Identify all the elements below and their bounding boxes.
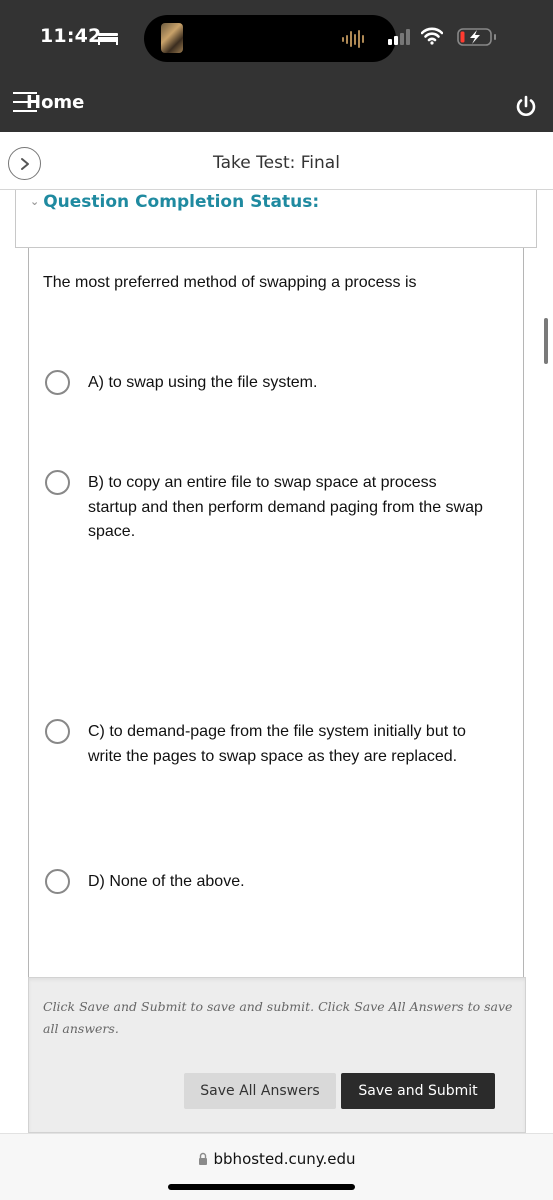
- completion-status-title: Question Completion Status:: [43, 192, 320, 212]
- audio-waveform-icon: [342, 30, 364, 48]
- answer-option-b[interactable]: B) to copy an entire file to swap space …: [45, 470, 483, 545]
- double-chevron-down-icon: ⌄: [30, 195, 40, 208]
- cellular-signal-icon: [388, 29, 410, 45]
- answer-option-label[interactable]: D) None of the above.: [88, 870, 483, 895]
- url-text: bbhosted.cuny.edu: [213, 1150, 356, 1168]
- power-icon[interactable]: [514, 94, 538, 118]
- home-label[interactable]: Home: [12, 92, 84, 113]
- radio-button-c[interactable]: [45, 719, 70, 744]
- answer-option-c[interactable]: C) to demand-page from the file system i…: [45, 719, 483, 769]
- wifi-icon: [421, 27, 443, 45]
- submit-instructions: Click Save and Submit to save and submit…: [43, 999, 513, 1036]
- app-header: 11:42 Home: [0, 0, 553, 132]
- save-all-answers-button[interactable]: Save All Answers: [184, 1073, 336, 1109]
- battery-charging-icon: [457, 28, 496, 46]
- answer-option-d[interactable]: D) None of the above.: [45, 869, 483, 895]
- browser-address-bar[interactable]: bbhosted.cuny.edu: [0, 1133, 553, 1200]
- now-playing-artwork: [161, 23, 183, 53]
- lock-icon: [198, 1152, 207, 1165]
- scrollbar-thumb[interactable]: [544, 318, 548, 364]
- page-title: Take Test: Final: [213, 153, 340, 173]
- save-and-submit-button[interactable]: Save and Submit: [341, 1073, 495, 1109]
- submit-panel: Click Save and Submit to save and submit…: [28, 977, 526, 1133]
- dynamic-island[interactable]: [144, 15, 396, 62]
- completion-status-toggle[interactable]: ⌄ Question Completion Status:: [30, 192, 319, 212]
- url-display[interactable]: bbhosted.cuny.edu: [0, 1150, 553, 1168]
- page-title-bar: Take Test: Final: [0, 132, 553, 190]
- radio-button-a[interactable]: [45, 370, 70, 395]
- question-completion-status[interactable]: ⌄ Question Completion Status:: [15, 190, 537, 248]
- question-text: The most preferred method of swapping a …: [43, 274, 417, 291]
- answer-option-label[interactable]: B) to copy an entire file to swap space …: [88, 471, 483, 545]
- radio-button-d[interactable]: [45, 869, 70, 894]
- home-indicator[interactable]: [168, 1184, 355, 1190]
- status-time: 11:42: [40, 25, 102, 47]
- bed-icon: [98, 33, 118, 45]
- answer-option-label[interactable]: C) to demand-page from the file system i…: [88, 720, 483, 769]
- answer-option-a[interactable]: A) to swap using the file system.: [45, 370, 483, 396]
- home-link[interactable]: Home: [12, 92, 84, 113]
- answer-option-label[interactable]: A) to swap using the file system.: [88, 371, 483, 396]
- radio-button-b[interactable]: [45, 470, 70, 495]
- question-container: The most preferred method of swapping a …: [28, 248, 524, 978]
